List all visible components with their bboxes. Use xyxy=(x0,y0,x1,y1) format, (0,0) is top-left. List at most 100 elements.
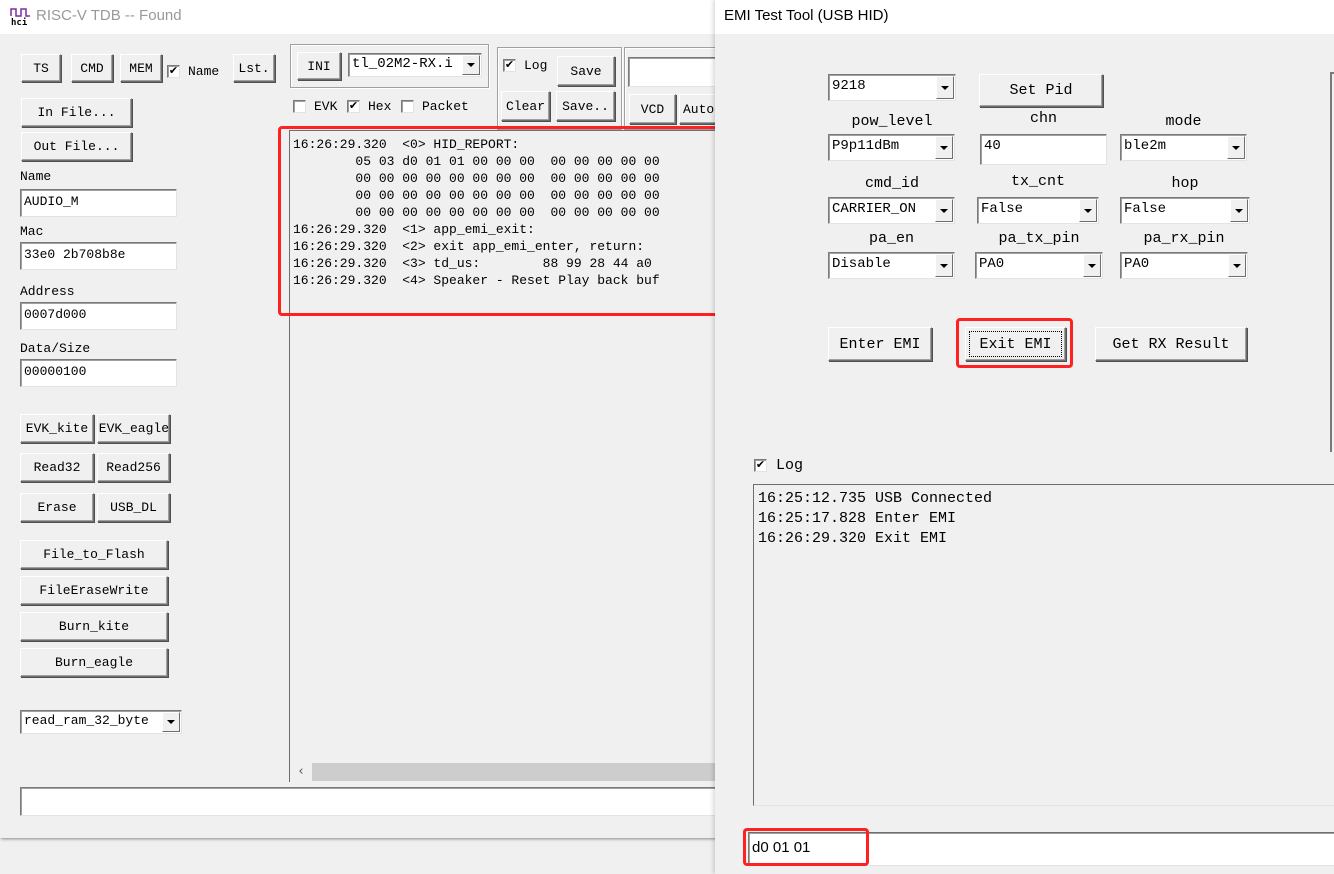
data-size-input[interactable]: 00000100 xyxy=(20,359,177,387)
cmd-id-select[interactable]: CARRIER_ON xyxy=(828,197,955,224)
hex-label: Hex xyxy=(368,99,392,114)
hci-logo-icon: hci xyxy=(10,6,32,28)
address-input[interactable]: 0007d000 xyxy=(20,302,177,330)
pa-tx-pin-select[interactable]: PA0 xyxy=(975,252,1103,279)
chevron-down-icon xyxy=(1083,254,1101,277)
emi-right-frame xyxy=(1330,72,1334,452)
name-checkbox-label: Name xyxy=(188,64,220,79)
burn-eagle-button[interactable]: Burn_eagle xyxy=(20,648,168,677)
chn-label: chn xyxy=(1029,110,1057,127)
svg-text:hci: hci xyxy=(11,17,28,26)
tdb-titlebar[interactable]: hci RISC-V TDB -- Found xyxy=(0,0,720,34)
log-line: 00 00 00 00 00 00 00 00 00 00 00 00 00 xyxy=(293,171,660,186)
save-as-button[interactable]: Save.. xyxy=(556,91,615,121)
mode-select[interactable]: ble2m xyxy=(1120,134,1247,161)
log-line: 00 00 00 00 00 00 00 00 00 00 00 00 00 xyxy=(293,188,660,203)
name-field-label: Name xyxy=(20,169,52,184)
hex-checkbox[interactable]: ✔ xyxy=(347,100,360,113)
log-line: 16:26:29.320 <4> Speaker - Reset Play ba… xyxy=(293,273,660,288)
clear-button[interactable]: Clear xyxy=(501,91,550,121)
tdb-command-input[interactable] xyxy=(20,787,730,816)
packet-label: Packet xyxy=(422,99,469,114)
file-to-flash-button[interactable]: File_to_Flash xyxy=(20,540,168,569)
log-line: 16:26:29.320 Exit EMI xyxy=(758,530,948,547)
enter-emi-button[interactable]: Enter EMI xyxy=(828,327,932,361)
chn-input[interactable]: 40 xyxy=(980,134,1107,165)
name-input[interactable]: AUDIO_M xyxy=(20,189,177,217)
tdb-log-hscrollbar[interactable]: ‹ xyxy=(290,762,720,782)
tx-cnt-select[interactable]: False xyxy=(977,197,1099,224)
save-button[interactable]: Save xyxy=(557,56,615,86)
out-file-button[interactable]: Out File... xyxy=(21,132,132,161)
log-checkbox[interactable]: ✔ xyxy=(503,59,516,72)
cmd-button[interactable]: CMD xyxy=(71,54,113,82)
log-line: 00 00 00 00 00 00 00 00 00 00 00 00 00 xyxy=(293,205,660,220)
chevron-down-icon xyxy=(936,76,954,99)
chevron-down-icon xyxy=(1230,199,1248,222)
pow-level-label: pow_level xyxy=(851,113,933,130)
set-pid-button[interactable]: Set Pid xyxy=(979,74,1103,107)
packet-checkbox[interactable] xyxy=(401,100,414,113)
chevron-down-icon xyxy=(1227,136,1245,159)
emi-log-area[interactable]: 16:25:12.735 USB Connected 16:25:17.828 E… xyxy=(753,484,1334,806)
name-checkbox[interactable]: ✔ xyxy=(167,65,180,78)
log-line: 16:26:29.320 <2> exit app_emi_enter, ret… xyxy=(293,239,645,254)
log-line: 16:26:29.320 <0> HID_REPORT: xyxy=(293,137,520,152)
chevron-down-icon xyxy=(935,254,953,277)
lst-button[interactable]: Lst. xyxy=(233,54,275,82)
evk-label: EVK xyxy=(314,99,338,114)
emi-log-checkbox[interactable]: ✔ xyxy=(754,459,767,472)
chevron-down-icon xyxy=(935,136,953,159)
cmd-id-label: cmd_id xyxy=(864,175,919,192)
tdb-log-area[interactable]: 16:26:29.320 <0> HID_REPORT: 05 03 d0 01… xyxy=(289,130,729,782)
tdb-window: hci RISC-V TDB -- Found TS CMD MEM ✔ Nam… xyxy=(0,0,734,838)
chevron-down-icon xyxy=(935,199,953,222)
read256-button[interactable]: Read256 xyxy=(97,453,170,482)
log-line: 16:25:17.828 Enter EMI xyxy=(758,510,957,527)
read32-button[interactable]: Read32 xyxy=(20,453,94,482)
get-rx-result-button[interactable]: Get RX Result xyxy=(1095,327,1247,361)
pa-tx-pin-label: pa_tx_pin xyxy=(998,230,1080,247)
pa-rx-pin-select[interactable]: PA0 xyxy=(1120,252,1248,279)
evk-checkbox[interactable] xyxy=(293,100,306,113)
pa-rx-pin-label: pa_rx_pin xyxy=(1143,230,1225,247)
log-line: 05 03 d0 01 01 00 00 00 00 00 00 00 00 xyxy=(293,154,660,169)
erase-button[interactable]: Erase xyxy=(20,493,94,522)
tdb-title: RISC-V TDB -- Found xyxy=(36,7,182,24)
hop-select[interactable]: False xyxy=(1120,197,1250,224)
emi-data-input[interactable]: d0 01 01 xyxy=(748,832,1334,866)
log-line: 16:26:29.320 <1> app_emi_exit: xyxy=(293,222,535,237)
evk-kite-button[interactable]: EVK_kite xyxy=(20,414,94,443)
ini-button[interactable]: INI xyxy=(297,52,341,80)
mac-field-label: Mac xyxy=(20,224,44,239)
pid-select[interactable]: 9218 xyxy=(828,74,956,101)
data-size-field-label: Data/Size xyxy=(20,341,91,356)
exit-emi-button[interactable]: Exit EMI xyxy=(965,327,1066,361)
emi-titlebar[interactable]: EMI Test Tool (USB HID) xyxy=(715,0,1334,34)
burn-kite-button[interactable]: Burn_kite xyxy=(20,612,168,641)
ini-file-select[interactable]: tl_02M2-RX.i xyxy=(348,53,482,77)
mac-input[interactable]: 33e0 2b708b8e xyxy=(20,242,177,270)
mode-label: mode xyxy=(1165,113,1202,130)
pa-en-label: pa_en xyxy=(868,230,914,247)
command-select[interactable]: read_ram_32_byte xyxy=(20,710,182,734)
log-line: 16:26:29.320 <3> td_us: 88 99 28 44 a0 xyxy=(293,256,652,271)
pow-level-select[interactable]: P9p11dBm xyxy=(828,134,955,161)
chevron-down-icon xyxy=(1079,199,1097,222)
mem-button[interactable]: MEM xyxy=(120,54,162,82)
vcd-input[interactable] xyxy=(628,57,728,87)
scroll-left-icon[interactable]: ‹ xyxy=(292,763,310,781)
address-field-label: Address xyxy=(20,284,75,299)
file-erase-write-button[interactable]: FileEraseWrite xyxy=(20,576,168,605)
pa-en-select[interactable]: Disable xyxy=(828,252,955,279)
hop-label: hop xyxy=(1171,175,1199,192)
log-label: Log xyxy=(524,58,548,73)
chevron-down-icon xyxy=(162,712,180,732)
emi-title: EMI Test Tool (USB HID) xyxy=(724,7,889,24)
ts-button[interactable]: TS xyxy=(21,54,61,82)
in-file-button[interactable]: In File... xyxy=(21,98,132,127)
scrollbar-thumb[interactable] xyxy=(312,763,720,781)
vcd-button[interactable]: VCD xyxy=(629,94,676,124)
usb-dl-button[interactable]: USB_DL xyxy=(97,493,170,522)
evk-eagle-button[interactable]: EVK_eagle xyxy=(97,414,170,443)
